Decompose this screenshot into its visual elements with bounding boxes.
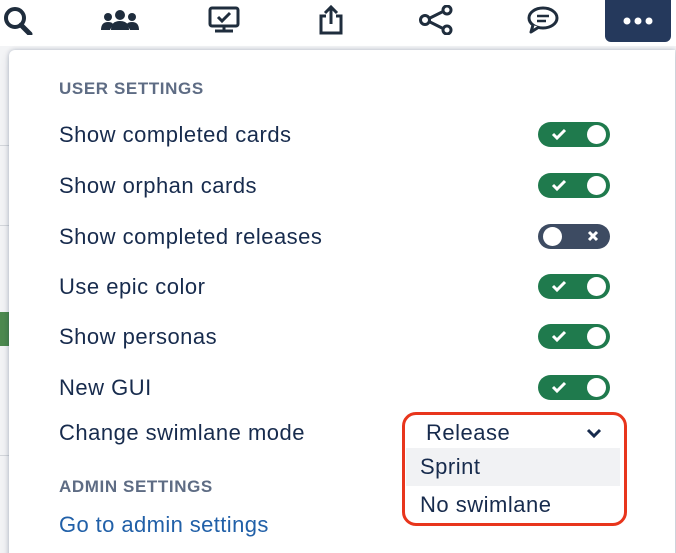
admin-settings-heading: ADMIN SETTINGS <box>59 477 213 496</box>
top-toolbar <box>0 0 676 46</box>
toggle-show-completed-cards[interactable] <box>538 122 610 147</box>
setting-label-show-personas: Show personas <box>59 324 218 349</box>
search-button[interactable] <box>0 0 36 40</box>
highlight-callout <box>402 412 627 526</box>
toggle-show-orphan-cards[interactable] <box>538 173 610 198</box>
setting-label-use-epic-color: Use epic color <box>59 274 206 299</box>
export-button[interactable] <box>313 0 349 40</box>
presentation-button[interactable] <box>204 0 244 40</box>
check-icon <box>551 280 567 293</box>
toggle-knob <box>587 125 606 144</box>
team-icon <box>101 10 139 30</box>
share-button[interactable] <box>416 0 456 40</box>
more-icon <box>623 17 653 25</box>
setting-label-show-completed-releases: Show completed releases <box>59 224 323 249</box>
admin-settings-link[interactable]: Go to admin settings <box>59 512 269 538</box>
toggle-new-gui[interactable] <box>538 375 610 400</box>
more-button[interactable] <box>605 0 671 42</box>
user-settings-heading: USER SETTINGS <box>59 79 204 98</box>
toggle-show-completed-releases[interactable] <box>538 224 610 249</box>
search-icon <box>4 7 33 35</box>
check-icon <box>551 330 567 343</box>
comment-icon <box>527 6 559 34</box>
close-icon <box>587 230 599 242</box>
setting-label-new-gui: New GUI <box>59 375 152 400</box>
comments-button[interactable] <box>524 0 562 40</box>
toggle-show-personas[interactable] <box>538 324 610 349</box>
team-button[interactable] <box>96 0 144 40</box>
share-upload-icon <box>319 4 343 35</box>
toggle-knob <box>543 227 562 246</box>
setting-label-show-completed-cards: Show completed cards <box>59 122 292 147</box>
background-card-edge <box>0 312 9 346</box>
check-icon <box>551 179 567 192</box>
toggle-knob <box>587 277 606 296</box>
toggle-knob <box>587 378 606 397</box>
check-icon <box>551 381 567 394</box>
presentation-icon <box>208 6 240 33</box>
toggle-use-epic-color[interactable] <box>538 274 610 299</box>
toggle-knob <box>587 176 606 195</box>
setting-label-swimlane-mode: Change swimlane mode <box>59 420 306 445</box>
toggle-knob <box>587 327 606 346</box>
check-icon <box>551 128 567 141</box>
share-network-icon <box>419 5 453 35</box>
setting-label-show-orphan-cards: Show orphan cards <box>59 173 258 198</box>
